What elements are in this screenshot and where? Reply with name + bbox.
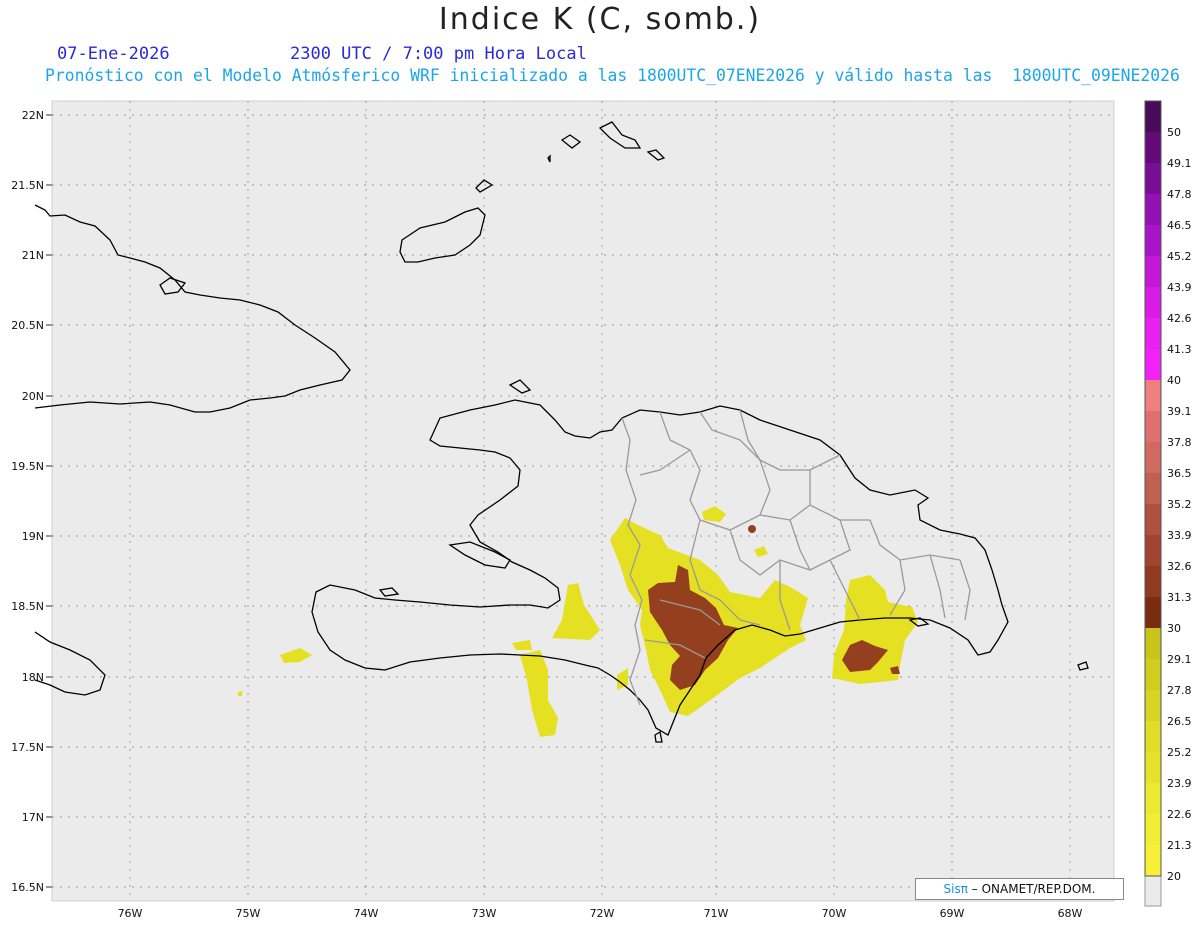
k30-area-small2 bbox=[748, 525, 756, 533]
colorbar-swatch bbox=[1145, 349, 1161, 380]
colorbar-swatch bbox=[1145, 380, 1161, 411]
colorbar-swatch bbox=[1145, 411, 1161, 442]
colorbar-swatch bbox=[1145, 442, 1161, 473]
colorbar-label: 25.2 bbox=[1167, 746, 1192, 759]
map-frame bbox=[51, 100, 1115, 902]
colorbar-swatch bbox=[1145, 752, 1161, 783]
colorbar-label: 31.3 bbox=[1167, 591, 1192, 604]
colorbar-swatch bbox=[1145, 256, 1161, 287]
colorbar-swatch bbox=[1145, 845, 1161, 876]
lat-label: 19N bbox=[22, 530, 44, 543]
colorbar-label: 20 bbox=[1167, 870, 1181, 883]
lon-label: 73W bbox=[472, 907, 497, 920]
lat-label: 19.5N bbox=[11, 460, 44, 473]
latitude-ticks bbox=[46, 114, 52, 888]
lon-label: 74W bbox=[354, 907, 379, 920]
colorbar-label: 23.9 bbox=[1167, 777, 1192, 790]
lon-label: 69W bbox=[940, 907, 965, 920]
colorbar-swatch bbox=[1145, 814, 1161, 845]
colorbar-label: 26.5 bbox=[1167, 715, 1192, 728]
colorbar-label: 43.9 bbox=[1167, 281, 1192, 294]
colorbar-extension bbox=[1144, 875, 1162, 907]
colorbar-label: 40 bbox=[1167, 374, 1181, 387]
colorbar-swatch bbox=[1145, 101, 1161, 132]
lon-label: 71W bbox=[704, 907, 729, 920]
colorbar-swatch bbox=[1145, 194, 1161, 225]
lon-label: 70W bbox=[822, 907, 847, 920]
colorbar-swatch bbox=[1145, 690, 1161, 721]
colorbar-label: 35.2 bbox=[1167, 498, 1192, 511]
credit-brand: Sisπ bbox=[943, 882, 968, 896]
colorbar-swatch bbox=[1145, 318, 1161, 349]
lon-label: 76W bbox=[118, 907, 143, 920]
lat-label: 22N bbox=[22, 109, 44, 122]
colorbar-label: 36.5 bbox=[1167, 467, 1192, 480]
latitude-labels: 22N 21.5N 21N 20.5N 20N 19.5N 19N 18.5N … bbox=[11, 109, 44, 894]
lon-label: 72W bbox=[590, 907, 615, 920]
lat-label: 20.5N bbox=[11, 319, 44, 332]
colorbar-label: 41.3 bbox=[1167, 343, 1192, 356]
colorbar-label: 29.1 bbox=[1167, 653, 1192, 666]
lon-label: 68W bbox=[1058, 907, 1083, 920]
colorbar-label: 37.8 bbox=[1167, 436, 1192, 449]
credit-text: – ONAMET/REP.DOM. bbox=[971, 882, 1096, 896]
colorbar-label: 47.8 bbox=[1167, 188, 1192, 201]
longitude-labels: 76W 75W 74W 73W 72W 71W 70W 69W 68W bbox=[118, 907, 1083, 920]
colorbar-swatch bbox=[1145, 783, 1161, 814]
colorbar-label: 49.1 bbox=[1167, 157, 1192, 170]
lat-label: 18N bbox=[22, 671, 44, 684]
colorbar-label: 21.3 bbox=[1167, 839, 1192, 852]
lon-label: 75W bbox=[236, 907, 261, 920]
colorbar-label: 46.5 bbox=[1167, 219, 1192, 232]
lat-label: 21N bbox=[22, 249, 44, 262]
lat-label: 21.5N bbox=[11, 179, 44, 192]
colorbar-label: 39.1 bbox=[1167, 405, 1192, 418]
colorbar-label: 33.9 bbox=[1167, 529, 1192, 542]
lat-label: 17.5N bbox=[11, 741, 44, 754]
colorbar-label: 30 bbox=[1167, 622, 1181, 635]
colorbar-swatch bbox=[1145, 225, 1161, 256]
credit-box: Sisπ – ONAMET/REP.DOM. bbox=[915, 878, 1124, 900]
lat-label: 16.5N bbox=[11, 881, 44, 894]
colorbar: 50 49.1 47.8 46.5 45.2 43.9 42.6 41.3 40 39.1 37.8… bbox=[1144, 100, 1192, 907]
colorbar-swatch bbox=[1145, 287, 1161, 318]
colorbar-swatch bbox=[1145, 566, 1161, 597]
lat-label: 18.5N bbox=[11, 600, 44, 613]
colorbar-swatch bbox=[1145, 721, 1161, 752]
colorbar-swatch bbox=[1145, 504, 1161, 535]
colorbar-swatch bbox=[1145, 535, 1161, 566]
colorbar-swatch bbox=[1145, 473, 1161, 504]
colorbar-swatch bbox=[1145, 597, 1161, 628]
lat-label: 20N bbox=[22, 390, 44, 403]
colorbar-label: 32.6 bbox=[1167, 560, 1192, 573]
colorbar-swatch bbox=[1145, 163, 1161, 194]
lat-label: 17N bbox=[22, 811, 44, 824]
colorbar-label: 22.6 bbox=[1167, 808, 1192, 821]
colorbar-swatch bbox=[1145, 132, 1161, 163]
colorbar-swatch bbox=[1145, 628, 1161, 659]
colorbar-label: 50 bbox=[1167, 126, 1181, 139]
map-figure: 22N 21.5N 21N 20.5N 20N 19.5N 19N 18.5N … bbox=[11, 100, 1192, 920]
colorbar-swatch bbox=[1145, 659, 1161, 690]
colorbar-label: 45.2 bbox=[1167, 250, 1192, 263]
colorbar-label: 42.6 bbox=[1167, 312, 1192, 325]
colorbar-label: 27.8 bbox=[1167, 684, 1192, 697]
